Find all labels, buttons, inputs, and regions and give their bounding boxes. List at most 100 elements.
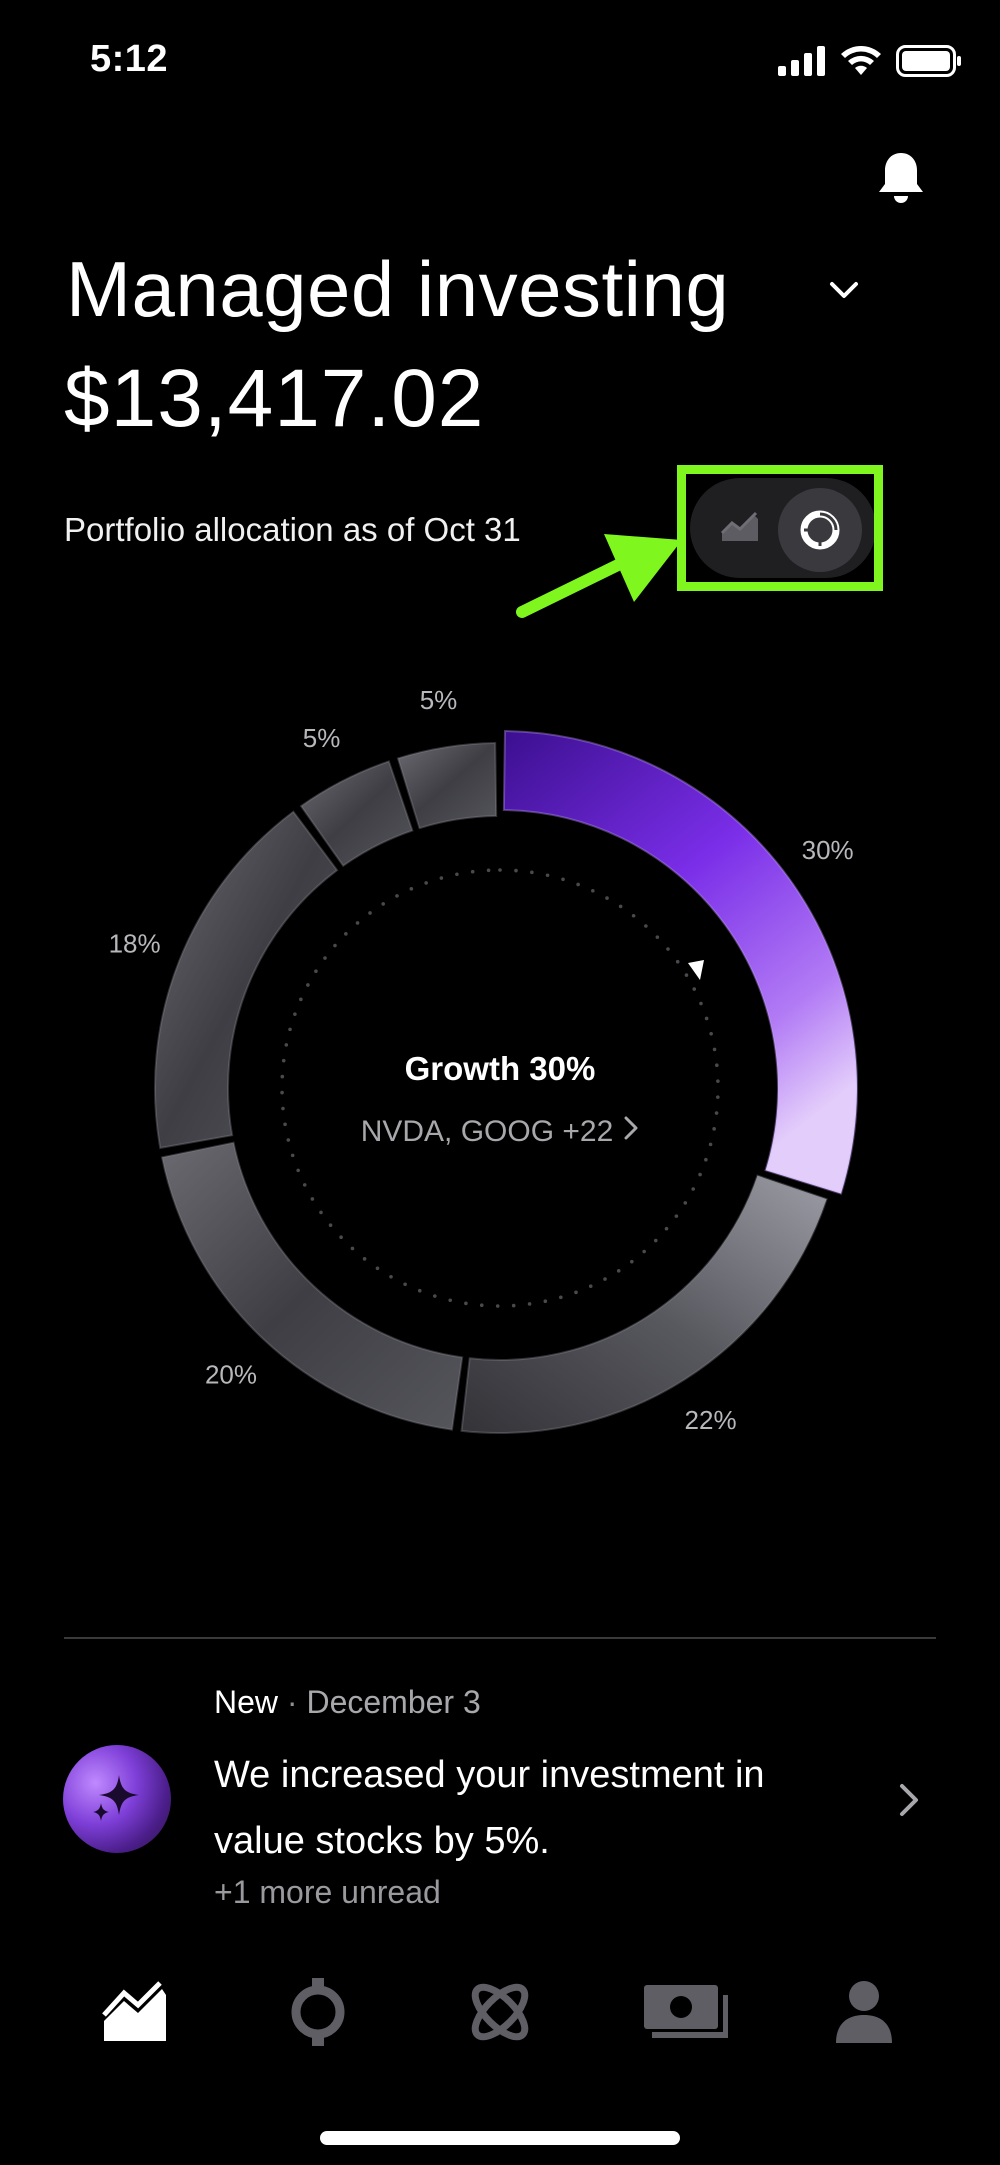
- ring-dot: [286, 1138, 291, 1142]
- ring-dot: [280, 1090, 284, 1095]
- center-title: Growth 30%: [404, 1050, 596, 1087]
- center-holdings-link[interactable]: NVDA, GOOG +22: [300, 1115, 700, 1149]
- ring-dot: [409, 887, 414, 891]
- ring-dot: [630, 1259, 634, 1264]
- ring-dot: [299, 997, 303, 1002]
- nav-account[interactable]: [824, 1972, 904, 2052]
- ring-dot: [716, 1095, 720, 1099]
- ring-dot: [281, 1058, 286, 1063]
- bell-icon[interactable]: [876, 150, 926, 206]
- crypto-icon: [291, 1978, 345, 2046]
- ring-dot: [666, 947, 670, 951]
- chevron-right-icon[interactable]: [896, 1780, 924, 1820]
- ring-dot: [464, 1301, 468, 1306]
- notification-badge: New: [214, 1684, 279, 1720]
- ring-dot: [692, 987, 697, 991]
- ring-dot: [715, 1063, 719, 1068]
- ring-dot: [281, 1106, 285, 1111]
- ring-dot: [653, 1238, 658, 1243]
- ring-dot: [605, 896, 609, 900]
- ring-dot: [344, 932, 348, 936]
- ring-dot: [498, 868, 502, 872]
- ring-dot: [319, 1210, 323, 1215]
- ring-dot: [479, 1303, 484, 1308]
- ring-dot: [514, 868, 518, 873]
- ring-dot: [675, 959, 680, 964]
- ring-dot: [448, 1298, 453, 1303]
- page-title[interactable]: Managed investing: [66, 244, 729, 335]
- ring-dot: [381, 902, 385, 906]
- center-subtitle: NVDA, GOOG +22: [360, 1115, 614, 1148]
- segment-label-2: 20%: [205, 1359, 257, 1389]
- ring-dot: [362, 1257, 367, 1261]
- ring-dot: [439, 876, 444, 880]
- ring-dot: [664, 1226, 669, 1231]
- segment-label-5: 5%: [420, 685, 458, 715]
- meta-separator: ·: [286, 1684, 298, 1720]
- ring-dot: [310, 1197, 315, 1201]
- home-indicator: [320, 2131, 680, 2145]
- ring-dot: [616, 1269, 621, 1273]
- ring-dot: [704, 1016, 709, 1021]
- annotation-arrow-icon: [516, 534, 682, 618]
- nav-cash[interactable]: [640, 1972, 730, 2052]
- ring-dot: [631, 913, 636, 918]
- ring-dot: [339, 1235, 343, 1240]
- ring-dot: [712, 1047, 717, 1052]
- ring-dot: [674, 1214, 679, 1218]
- annotation-highlight-box: [677, 465, 883, 591]
- ring-dot: [290, 1153, 295, 1158]
- ring-dot: [588, 1284, 593, 1289]
- status-time: 5:12: [90, 38, 169, 80]
- cash-icon: [644, 1985, 728, 2038]
- signal-icon: [778, 46, 825, 76]
- ring-dot: [709, 1031, 713, 1036]
- segment-label-1: 22%: [685, 1405, 737, 1435]
- allocation-donut-chart: 30% 22% 20% 18% 5% 5%: [109, 685, 858, 1435]
- ring-dot: [296, 1168, 300, 1173]
- ring-dot: [655, 935, 660, 939]
- ring-dot: [691, 1187, 695, 1191]
- battery-icon: [896, 45, 961, 77]
- ring-dot: [527, 1302, 532, 1306]
- allocation-label: Portfolio allocation as of Oct 31: [64, 511, 521, 548]
- nav-investing[interactable]: [95, 1972, 175, 2052]
- selection-pointer: [688, 960, 704, 980]
- ring-dot: [545, 873, 550, 878]
- ring-dot: [530, 870, 534, 875]
- ring-dot: [314, 969, 318, 973]
- ring-dot: [350, 1246, 355, 1251]
- sparkle-icon: [93, 1775, 139, 1821]
- notification-message[interactable]: We increased your investment in value st…: [214, 1742, 854, 1874]
- segment-label-0: 30%: [802, 835, 854, 865]
- ring-dot: [712, 1127, 716, 1131]
- chart-icon: [102, 1981, 166, 2041]
- nav-crypto[interactable]: [278, 1972, 358, 2052]
- account-icon: [836, 1981, 892, 2043]
- ring-dot: [642, 1249, 646, 1254]
- nav-explore[interactable]: [460, 1972, 540, 2052]
- chevron-down-icon[interactable]: [826, 272, 862, 308]
- ring-dot: [708, 1142, 713, 1147]
- ring-dot: [684, 973, 689, 977]
- ring-dot: [714, 1111, 719, 1115]
- notification-date: December 3: [306, 1684, 481, 1720]
- ring-dot: [424, 881, 428, 885]
- donut-segment-1[interactable]: [460, 1174, 828, 1434]
- donut-segment-3[interactable]: [154, 810, 339, 1150]
- ring-dot: [561, 877, 565, 882]
- ring-dot: [543, 1299, 548, 1304]
- ring-dot: [293, 1012, 297, 1016]
- donut-segment-5[interactable]: [396, 742, 498, 830]
- ring-dot: [486, 868, 491, 873]
- section-divider: [64, 1637, 936, 1639]
- ring-dot: [417, 1288, 422, 1293]
- ring-dot: [328, 1223, 333, 1227]
- ring-dot: [591, 888, 595, 893]
- ring-dot: [395, 894, 399, 898]
- portfolio-balance: $13,417.02: [64, 353, 485, 444]
- status-icons: [778, 44, 962, 78]
- notification-more[interactable]: +1 more unread: [214, 1874, 441, 1911]
- ring-dot: [433, 1294, 437, 1298]
- segment-label-3: 18%: [109, 928, 161, 958]
